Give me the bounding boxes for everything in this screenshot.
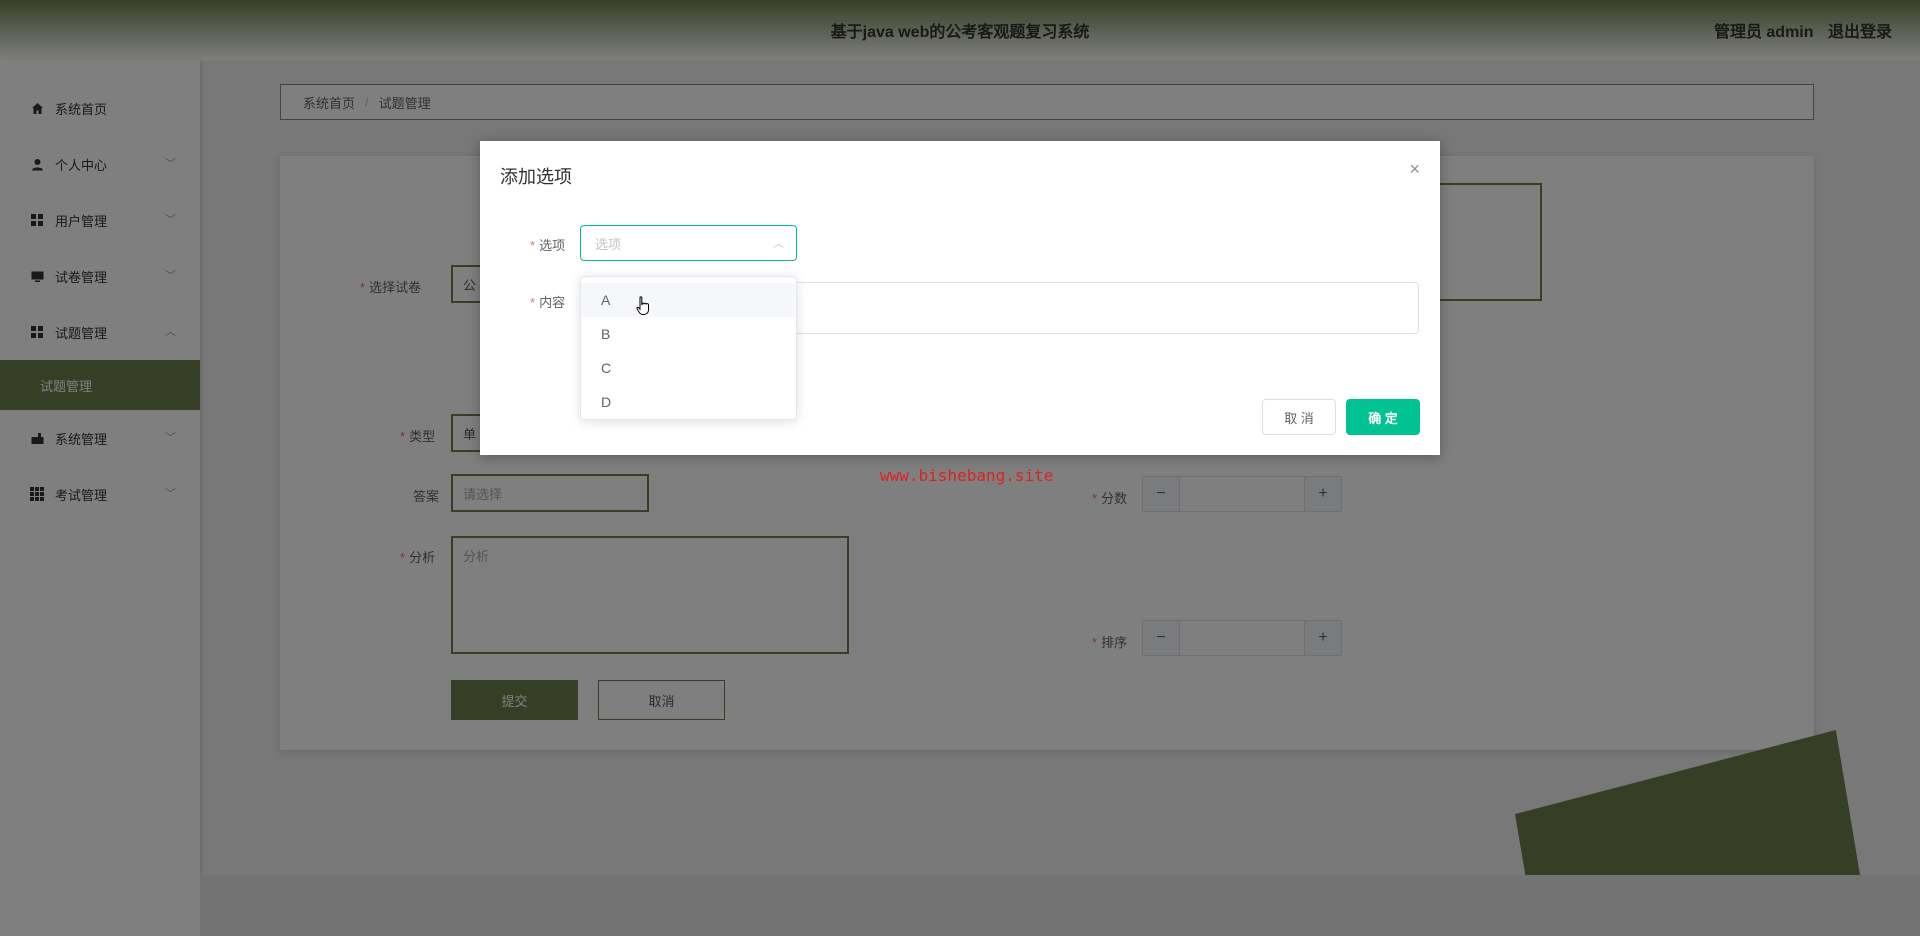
dropdown-option[interactable]: C bbox=[581, 351, 796, 385]
close-icon[interactable]: × bbox=[1409, 159, 1420, 180]
chevron-up-icon: ︿ bbox=[773, 238, 784, 250]
option-label: * 选项 bbox=[530, 238, 566, 253]
dialog-title: 添加选项 bbox=[500, 167, 572, 187]
watermark: www.bishebang.site bbox=[880, 466, 1054, 485]
option-select-placeholder: 选项 bbox=[595, 236, 622, 252]
dropdown-option[interactable]: A bbox=[581, 283, 796, 317]
content-textarea[interactable] bbox=[797, 282, 1419, 334]
content-label: * 内容 bbox=[530, 295, 566, 310]
dropdown-option[interactable]: D bbox=[581, 385, 796, 419]
dialog-cancel-button[interactable]: 取 消 bbox=[1262, 399, 1336, 435]
option-select[interactable]: 选项 ︿ bbox=[580, 225, 797, 261]
hand-cursor-icon bbox=[636, 296, 649, 315]
option-dropdown: A B C D bbox=[580, 276, 797, 420]
dropdown-option[interactable]: B bbox=[581, 317, 796, 351]
dialog-confirm-button[interactable]: 确 定 bbox=[1346, 399, 1420, 435]
